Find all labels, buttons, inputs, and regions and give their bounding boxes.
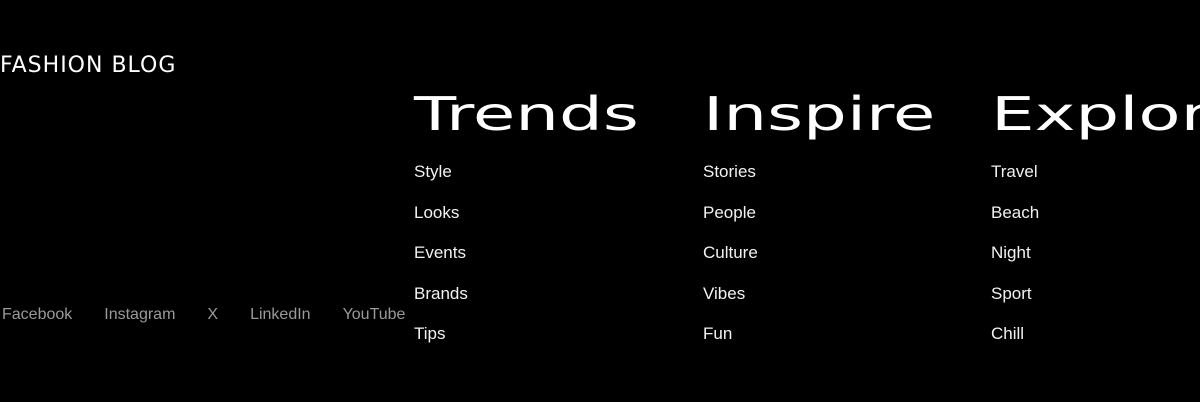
list-item: Vibes: [703, 280, 758, 321]
link-brands[interactable]: Brands: [414, 284, 468, 303]
link-tips[interactable]: Tips: [414, 324, 446, 343]
column-links-explore: Travel Beach Night Sport Chill: [991, 158, 1039, 361]
list-item: Events: [414, 239, 468, 280]
list-item: Tips: [414, 320, 468, 361]
list-item: Travel: [991, 158, 1039, 199]
link-looks[interactable]: Looks: [414, 203, 459, 222]
list-item: Stories: [703, 158, 758, 199]
list-item: Fun: [703, 320, 758, 361]
column-trends: Trends Style Looks Events Brands Tips: [414, 86, 639, 343]
column-explore: Explore Travel Beach Night Sport Chill: [991, 86, 1200, 343]
social-link-facebook[interactable]: Facebook: [2, 304, 72, 326]
social-link-instagram[interactable]: Instagram: [104, 304, 175, 326]
list-item: Chill: [991, 320, 1039, 361]
list-item: Culture: [703, 239, 758, 280]
link-people[interactable]: People: [703, 203, 756, 222]
list-item: Looks: [414, 199, 468, 240]
link-sport[interactable]: Sport: [991, 284, 1032, 303]
column-heading-explore: Explore: [991, 87, 1200, 141]
link-fun[interactable]: Fun: [703, 324, 732, 343]
link-vibes[interactable]: Vibes: [703, 284, 745, 303]
social-link-x[interactable]: X: [207, 304, 218, 326]
list-item: People: [703, 199, 758, 240]
social-links: Facebook Instagram X LinkedIn YouTube: [2, 304, 437, 326]
column-links-inspire: Stories People Culture Vibes Fun: [703, 158, 758, 361]
column-inspire: Inspire Stories People Culture Vibes Fun: [703, 86, 935, 343]
list-item: Style: [414, 158, 468, 199]
link-night[interactable]: Night: [991, 243, 1031, 262]
link-chill[interactable]: Chill: [991, 324, 1024, 343]
link-events[interactable]: Events: [414, 243, 466, 262]
link-travel[interactable]: Travel: [991, 162, 1038, 181]
link-stories[interactable]: Stories: [703, 162, 756, 181]
link-beach[interactable]: Beach: [991, 203, 1039, 222]
column-heading-inspire: Inspire: [703, 87, 936, 141]
list-item: Beach: [991, 199, 1039, 240]
list-item: Sport: [991, 280, 1039, 321]
link-style[interactable]: Style: [414, 162, 452, 181]
list-item: Night: [991, 239, 1039, 280]
social-link-linkedin[interactable]: LinkedIn: [250, 304, 311, 326]
brand-title: FASHION BLOG: [0, 53, 177, 78]
social-link-youtube[interactable]: YouTube: [343, 304, 406, 326]
column-links-trends: Style Looks Events Brands Tips: [414, 158, 468, 361]
link-culture[interactable]: Culture: [703, 243, 758, 262]
column-heading-trends: Trends: [414, 87, 639, 141]
